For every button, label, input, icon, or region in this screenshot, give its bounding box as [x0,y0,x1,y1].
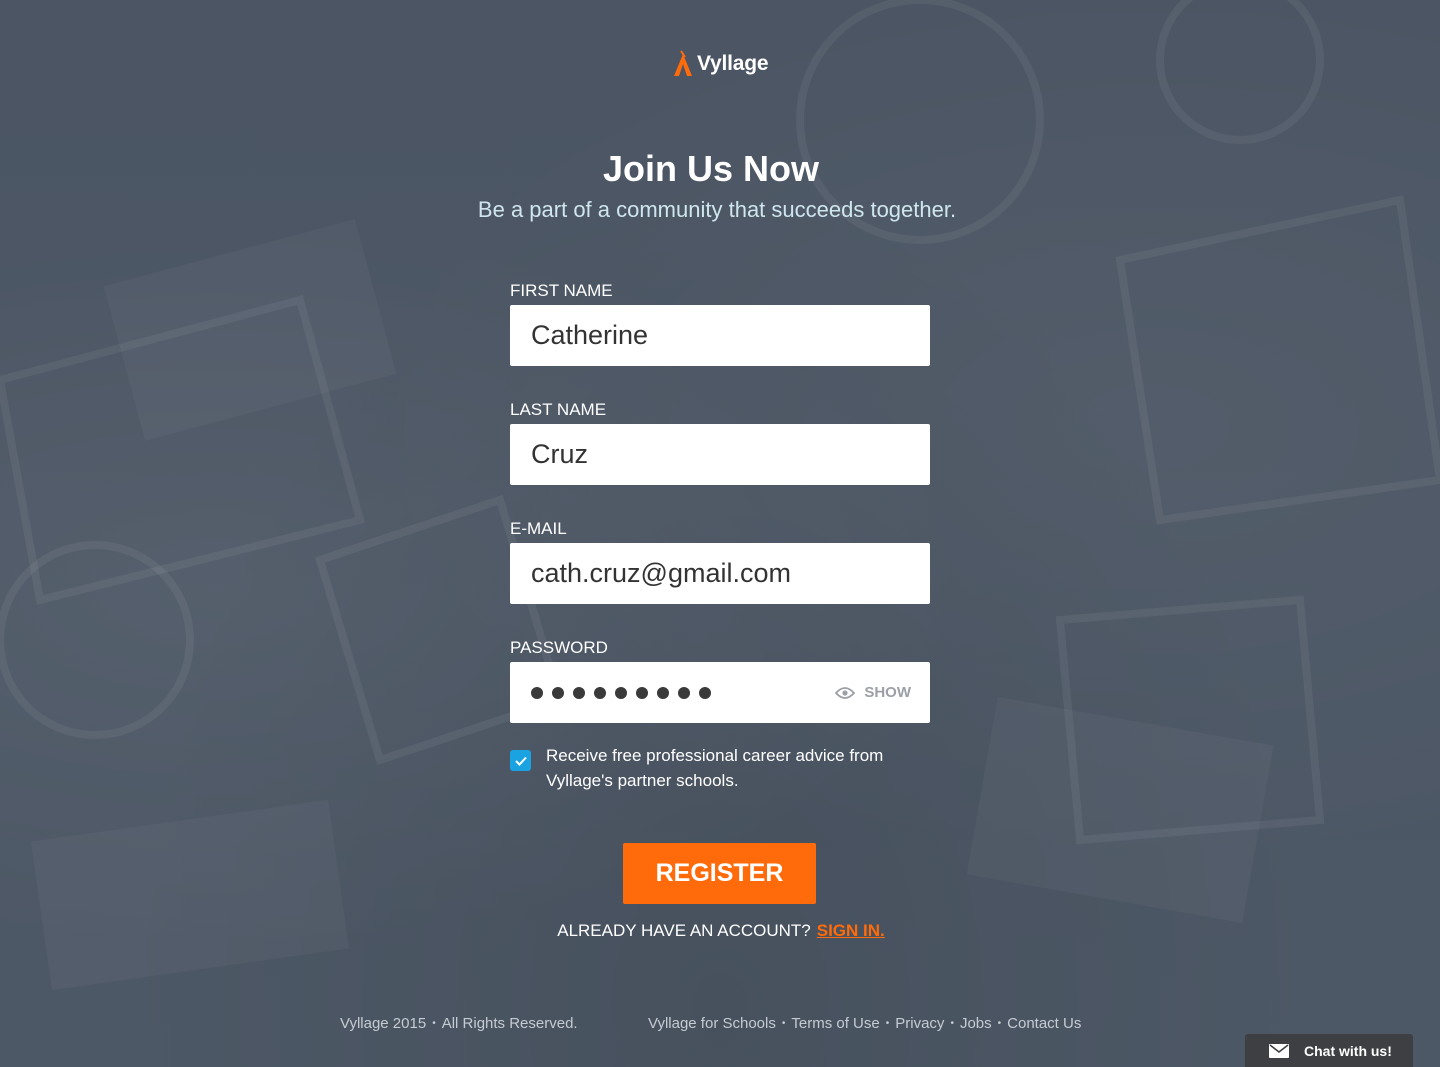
footer-separator: • [997,1018,1002,1029]
show-password-toggle[interactable]: SHOW [835,662,911,723]
password-dot [531,686,543,699]
password-dot [636,686,648,699]
password-mask [510,686,711,699]
footer-separator: • [781,1018,786,1029]
password-dot [573,686,585,699]
page-title: Join Us Now [602,148,820,189]
last-name-label: LAST NAME [510,400,607,419]
email-field-box [510,543,930,604]
last-name-input[interactable] [510,424,930,485]
footer-separator: • [885,1018,890,1029]
eye-icon [835,686,856,699]
registration-form: FIRST NAME LAST NAME E-MAIL PASSWORD SHO… [510,280,930,756]
brand-name: Vyllage [697,52,769,75]
career-advice-checkbox[interactable] [510,750,531,771]
rights-text: All Rights Reserved. [441,1015,578,1032]
password-dot [678,686,690,699]
chat-widget-button[interactable]: Chat with us! [1245,1034,1413,1067]
password-dot [552,686,564,699]
footer-link-schools[interactable]: Vyllage for Schools [648,1015,776,1032]
password-label: PASSWORD [510,638,608,657]
footer-link-jobs[interactable]: Jobs [960,1015,992,1032]
show-password-label: SHOW [864,684,911,701]
footer-links: Vyllage for Schools • Terms of Use • Privacy… [648,1015,1081,1032]
chat-label: Chat with us! [1304,1042,1392,1059]
password-dot [615,686,627,699]
register-button[interactable]: REGISTER [623,843,816,904]
footer-separator: • [950,1018,954,1029]
sign-in-prompt: ALREADY HAVE AN ACCOUNT? SIGN IN. [0,921,1440,941]
email-input[interactable] [510,543,930,604]
password-dot [699,686,711,699]
email-label: E-MAIL [510,519,567,538]
sign-in-link[interactable]: SIGN IN. [817,921,885,940]
first-name-input[interactable] [510,305,930,366]
footer-link-terms[interactable]: Terms of Use [791,1015,879,1032]
page-subtitle: Be a part of a community that succeeds t… [477,197,957,222]
footer-separator: • [432,1018,436,1029]
checkmark-icon [514,756,527,766]
already-have-account-text: ALREADY HAVE AN ACCOUNT? [557,921,811,940]
career-advice-label: Receive free professional career advice … [546,746,884,790]
brand-logo[interactable]: Vyllage [672,50,769,78]
first-name-field-box [510,305,930,366]
password-input[interactable]: SHOW [510,662,930,723]
footer-copyright: Vyllage 2015 • All Rights Reserved. [340,1015,578,1032]
password-dot [594,686,606,699]
copyright-text: Vyllage 2015 [340,1015,427,1032]
password-dot [657,686,669,699]
first-name-label: FIRST NAME [510,281,613,300]
career-advice-option: Receive free professional career advice … [510,743,930,793]
tent-logo-icon [674,50,692,76]
last-name-field-box [510,424,930,485]
footer-link-contact[interactable]: Contact Us [1007,1015,1081,1032]
footer-link-privacy[interactable]: Privacy [895,1015,944,1032]
mail-icon [1269,1043,1289,1058]
